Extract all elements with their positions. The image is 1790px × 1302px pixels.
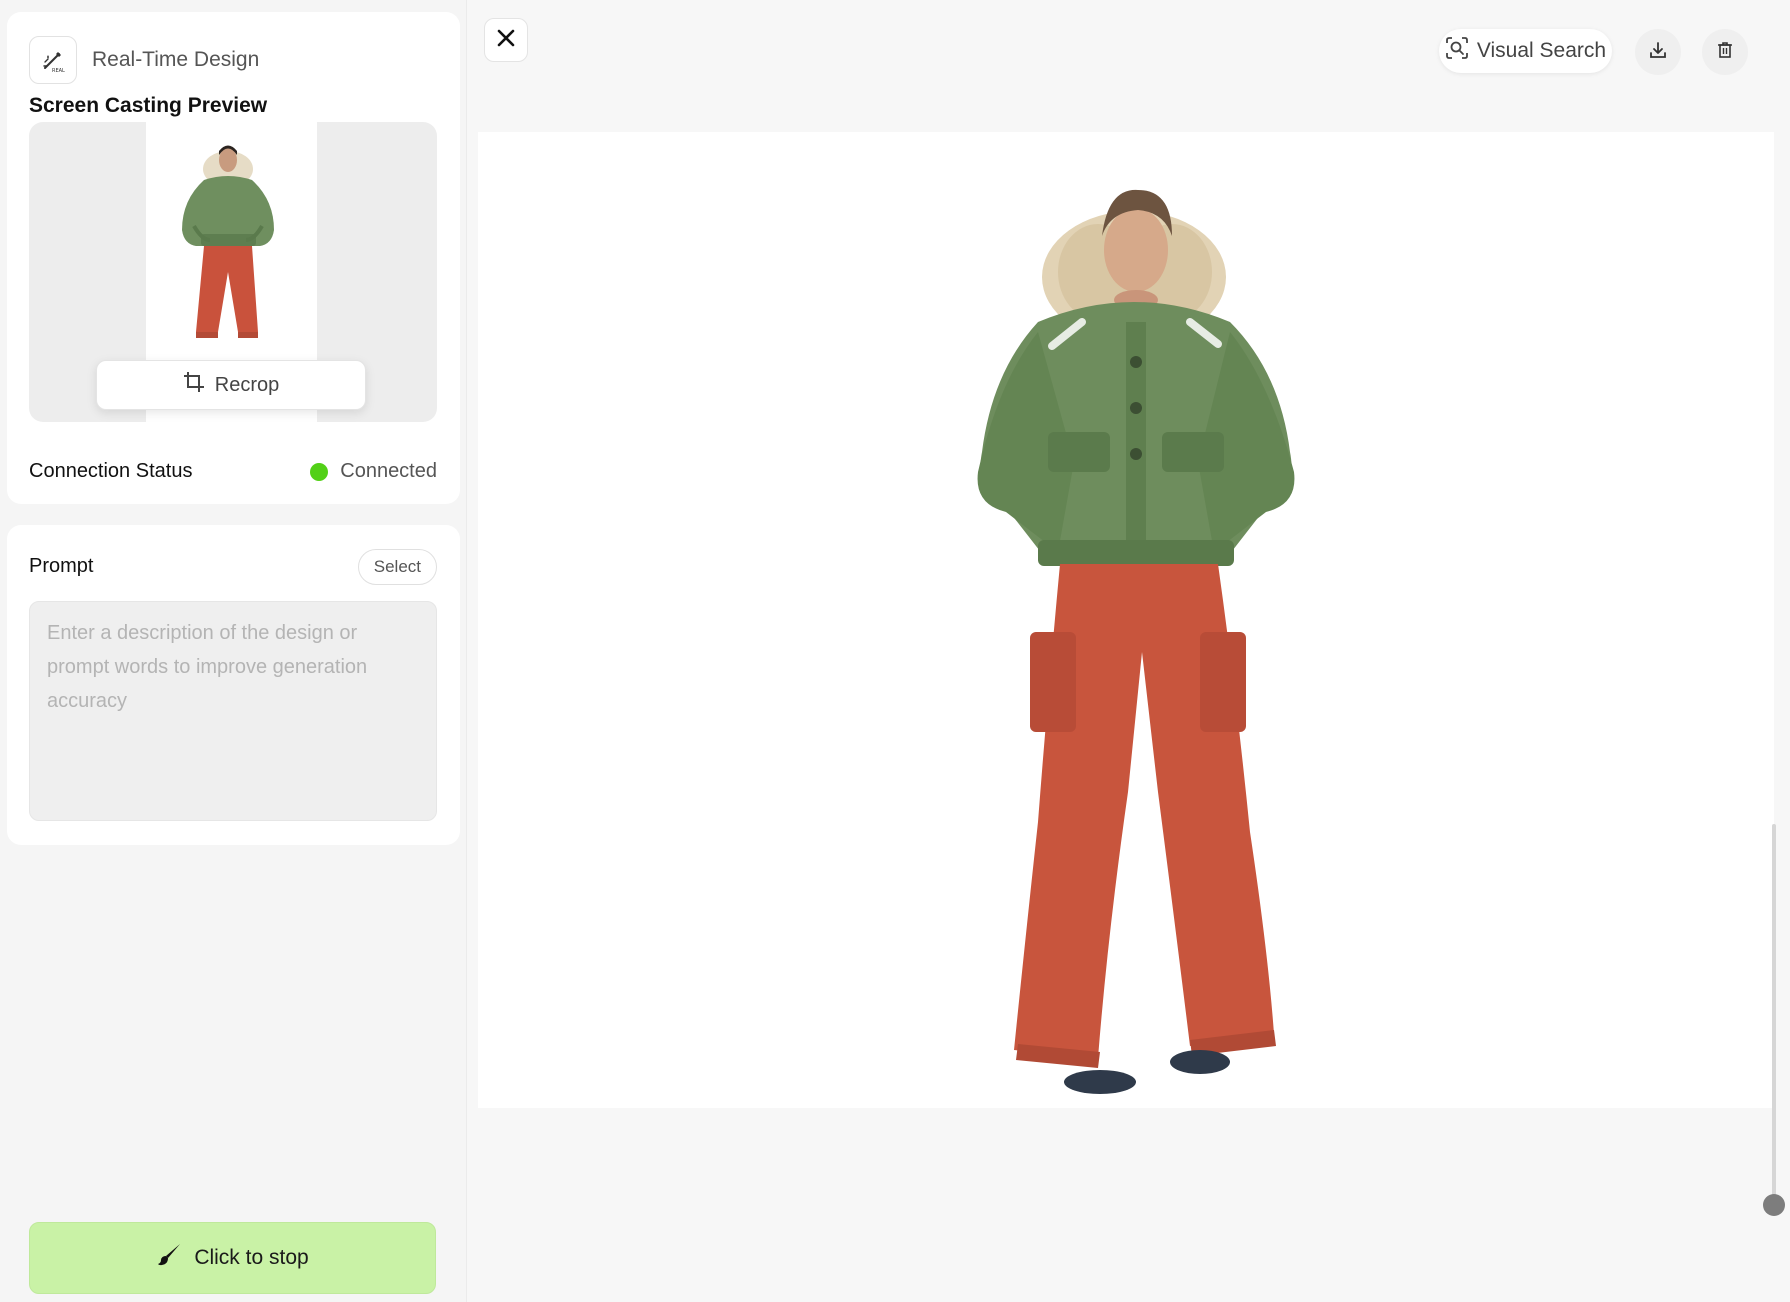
- connection-status-label: Connection Status: [29, 460, 193, 482]
- preview-card: REAL Real-Time Design Screen Casting Pre…: [7, 12, 460, 504]
- preview-title: Screen Casting Preview: [29, 94, 268, 117]
- generated-fashion-image: [977, 189, 1295, 1094]
- download-icon: [1648, 40, 1668, 65]
- generated-image-canvas[interactable]: [478, 132, 1774, 1108]
- connection-status: Connected: [310, 460, 437, 483]
- app-title: Real-Time Design: [92, 48, 260, 71]
- prompt-input[interactable]: [29, 601, 437, 821]
- close-button[interactable]: [484, 18, 528, 62]
- prompt-label: Prompt: [29, 555, 94, 577]
- visual-search-icon: [1445, 36, 1469, 66]
- scrollbar-track[interactable]: [1772, 824, 1776, 1196]
- click-to-stop-button[interactable]: Click to stop: [29, 1222, 436, 1294]
- prompt-card: Prompt Select: [7, 525, 460, 845]
- svg-text:REAL: REAL: [52, 68, 65, 74]
- left-panel: REAL Real-Time Design Screen Casting Pre…: [0, 0, 467, 1302]
- visual-search-button[interactable]: Visual Search: [1439, 29, 1612, 73]
- ai-brush-icon: REAL: [29, 36, 77, 84]
- scrollbar-thumb[interactable]: [1763, 1194, 1785, 1216]
- brush-icon: [156, 1242, 182, 1274]
- close-icon: [496, 28, 516, 53]
- screen-cast-preview: Recrop: [29, 122, 437, 422]
- click-to-stop-label: Click to stop: [194, 1246, 309, 1269]
- recrop-label: Recrop: [214, 373, 280, 396]
- connection-status-value: Connected: [340, 460, 437, 482]
- crop-icon: [183, 371, 205, 399]
- trash-icon: [1715, 40, 1735, 65]
- app-header: REAL Real-Time Design: [29, 36, 259, 84]
- delete-button[interactable]: [1702, 29, 1748, 75]
- download-button[interactable]: [1635, 29, 1681, 75]
- select-button[interactable]: Select: [357, 549, 437, 585]
- recrop-button[interactable]: Recrop: [96, 360, 366, 410]
- visual-search-label: Visual Search: [1476, 39, 1607, 62]
- status-dot-icon: [310, 462, 329, 481]
